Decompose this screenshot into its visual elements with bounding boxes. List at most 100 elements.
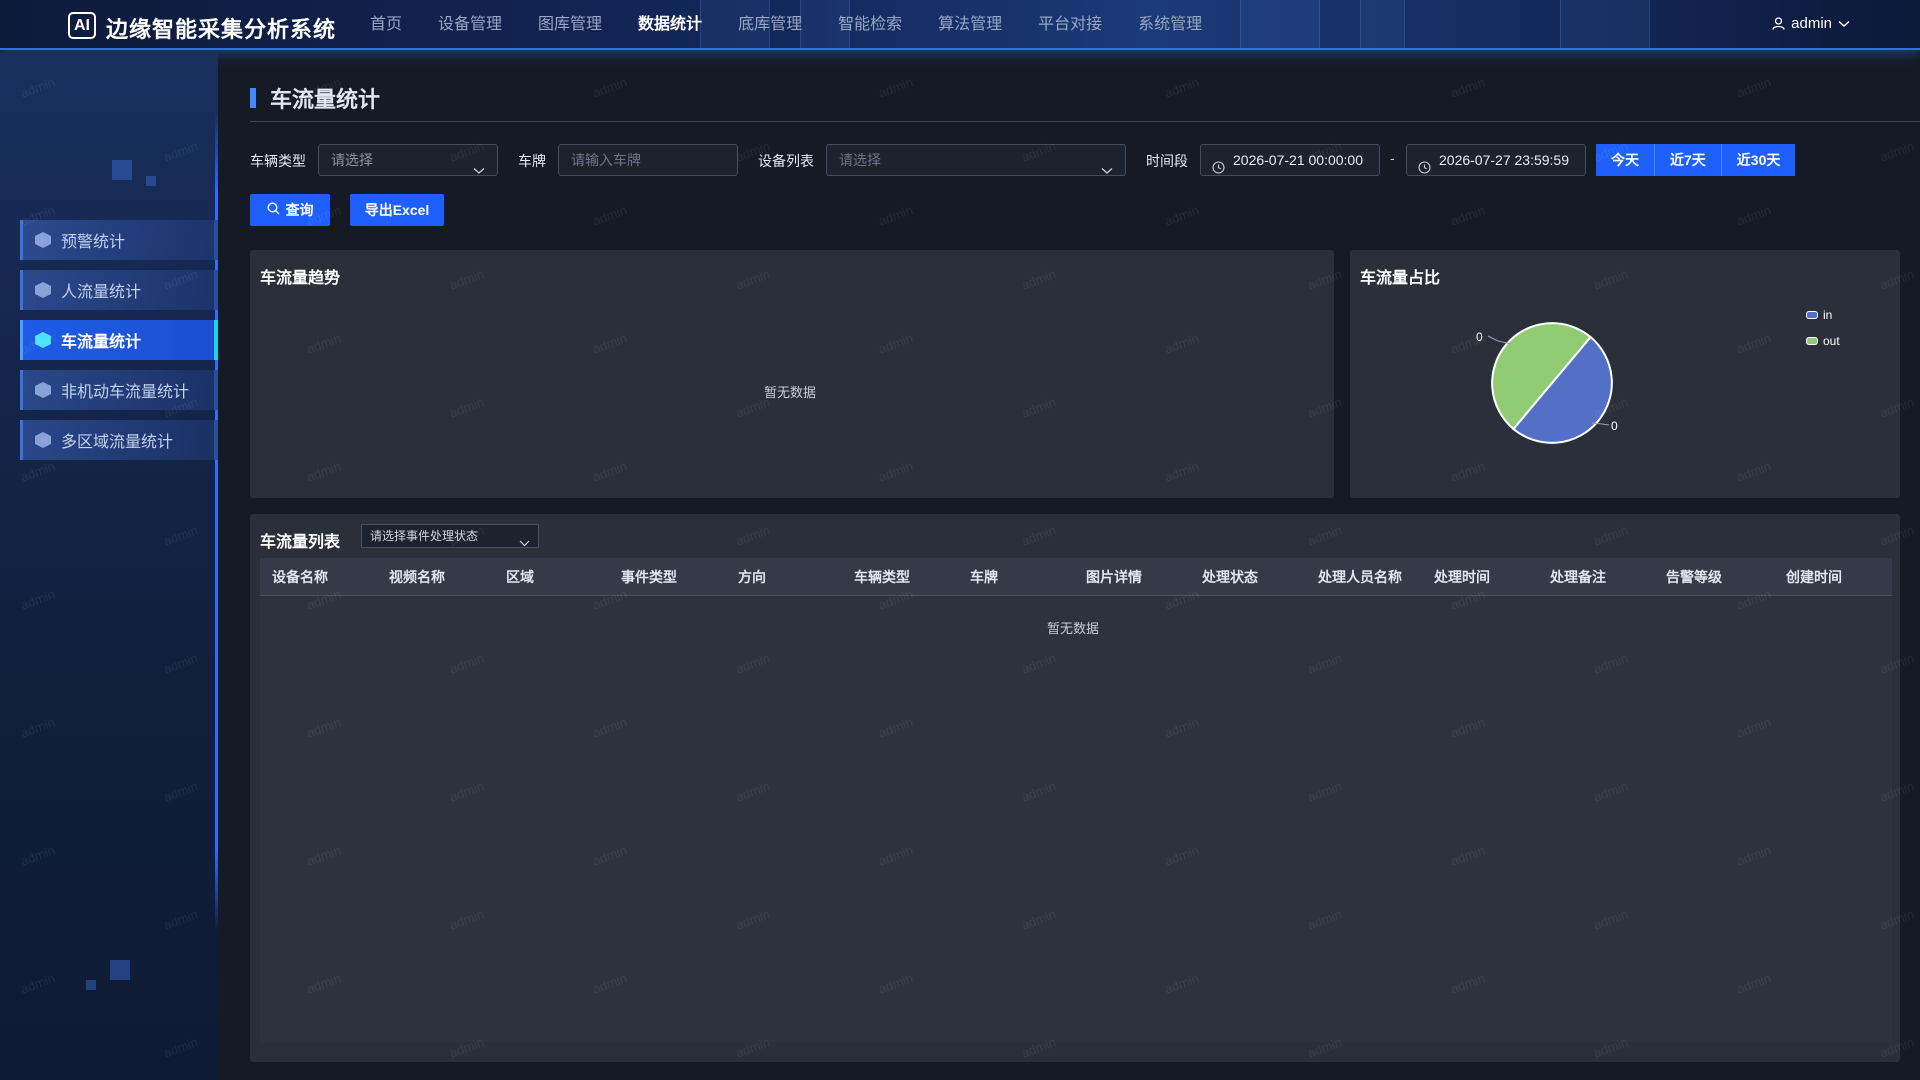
label-line-out bbox=[1487, 335, 1512, 345]
column-video-name[interactable]: 视频名称 bbox=[389, 558, 445, 596]
watermark-text: admin bbox=[1734, 74, 1773, 101]
sidebar-item-indicator bbox=[214, 370, 218, 410]
column-direction[interactable]: 方向 bbox=[738, 558, 766, 596]
start-time-value: 2026-07-21 00:00:00 bbox=[1233, 152, 1363, 168]
vehicle-type-value: 请选择 bbox=[331, 152, 373, 168]
column-device-name[interactable]: 设备名称 bbox=[272, 558, 328, 596]
plate-input[interactable]: 请输入车牌 bbox=[558, 144, 738, 176]
legend-item-in[interactable]: in bbox=[1806, 306, 1840, 324]
main-nav: 首页 设备管理 图库管理 数据统计 底库管理 智能检索 算法管理 平台对接 系统… bbox=[352, 0, 1220, 48]
column-process-time[interactable]: 处理时间 bbox=[1434, 558, 1490, 596]
column-alert-level[interactable]: 告警等级 bbox=[1666, 558, 1722, 596]
pie-label-out: 0 bbox=[1476, 330, 1483, 344]
device-list-label: 设备列表 bbox=[758, 153, 814, 169]
device-list-value: 请选择 bbox=[839, 152, 881, 168]
sidebar-item-indicator bbox=[214, 270, 218, 310]
column-process-status[interactable]: 处理状态 bbox=[1202, 558, 1258, 596]
chevron-down-icon bbox=[473, 155, 485, 185]
user-name: admin bbox=[1791, 15, 1832, 32]
nav-item-home[interactable]: 首页 bbox=[352, 0, 420, 48]
sidebar-item-multi-area-flow[interactable]: 多区域流量统计 bbox=[20, 420, 218, 460]
column-plate[interactable]: 车牌 bbox=[970, 558, 998, 596]
last-30-days-button[interactable]: 近30天 bbox=[1721, 144, 1796, 176]
chevron-down-icon bbox=[1838, 20, 1850, 28]
search-icon bbox=[266, 194, 280, 226]
watermark-text: admin bbox=[1448, 74, 1487, 101]
chevron-down-icon bbox=[1101, 155, 1113, 185]
end-time-picker[interactable]: 2026-07-27 23:59:59 bbox=[1406, 144, 1586, 176]
start-time-picker[interactable]: 2026-07-21 00:00:00 bbox=[1200, 144, 1380, 176]
sidebar-item-alert-statistics[interactable]: 预警统计 bbox=[20, 220, 218, 260]
sidebar-item-label: 非机动车流量统计 bbox=[61, 384, 190, 401]
plate-label: 车牌 bbox=[518, 153, 546, 169]
device-list-select[interactable]: 请选择 bbox=[826, 144, 1126, 176]
column-image-details[interactable]: 图片详情 bbox=[1086, 558, 1142, 596]
query-button[interactable]: 查询 bbox=[250, 194, 330, 226]
today-button[interactable]: 今天 bbox=[1596, 144, 1655, 176]
legend-swatch-out bbox=[1806, 337, 1818, 345]
user-menu[interactable]: admin bbox=[1772, 15, 1850, 32]
column-event-type[interactable]: 事件类型 bbox=[621, 558, 677, 596]
sidebar-item-label: 车流量统计 bbox=[61, 334, 142, 351]
clock-icon bbox=[1418, 154, 1431, 184]
clock-icon bbox=[1212, 154, 1225, 184]
nav-item-system-management[interactable]: 系统管理 bbox=[1120, 0, 1220, 48]
title-accent-bar bbox=[250, 88, 256, 108]
nav-item-algorithm-management[interactable]: 算法管理 bbox=[920, 0, 1020, 48]
watermark-text: admin bbox=[1877, 138, 1916, 165]
cube-icon bbox=[35, 382, 51, 398]
sidebar-decoration bbox=[86, 980, 96, 990]
export-excel-button[interactable]: 导出Excel bbox=[350, 194, 444, 226]
nav-item-base-library[interactable]: 底库管理 bbox=[720, 0, 820, 48]
watermark-text: admin bbox=[876, 74, 915, 101]
sidebar-item-indicator bbox=[214, 420, 218, 460]
nav-item-platform-integration[interactable]: 平台对接 bbox=[1020, 0, 1120, 48]
last-7-days-button[interactable]: 近7天 bbox=[1655, 144, 1722, 176]
end-time-value: 2026-07-27 23:59:59 bbox=[1439, 152, 1569, 168]
logo-icon: AI bbox=[68, 12, 96, 39]
time-period-label: 时间段 bbox=[1146, 153, 1188, 169]
vehicle-ratio-pie-chart: 0 0 bbox=[1476, 322, 1618, 444]
watermark-text: admin bbox=[590, 74, 629, 101]
legend-item-out[interactable]: out bbox=[1806, 332, 1840, 350]
vehicle-type-select[interactable]: 请选择 bbox=[318, 144, 498, 176]
sidebar-item-vehicle-flow[interactable]: 车流量统计 bbox=[20, 320, 218, 360]
page-header: 车流量统计 bbox=[250, 82, 380, 114]
divider bbox=[250, 121, 1920, 122]
cube-icon bbox=[35, 282, 51, 298]
event-status-value: 请选择事件处理状态 bbox=[370, 529, 479, 543]
sidebar-item-label: 人流量统计 bbox=[61, 284, 142, 301]
column-vehicle-type[interactable]: 车辆类型 bbox=[854, 558, 910, 596]
cube-icon bbox=[35, 432, 51, 448]
table-empty-text: 暂无数据 bbox=[1047, 621, 1100, 636]
cube-icon bbox=[35, 232, 51, 248]
nav-item-gallery-management[interactable]: 图库管理 bbox=[520, 0, 620, 48]
sidebar-item-non-motor-flow[interactable]: 非机动车流量统计 bbox=[20, 370, 218, 410]
sidebar-item-people-flow[interactable]: 人流量统计 bbox=[20, 270, 218, 310]
top-header: AI 边缘智能采集分析系统 首页 设备管理 图库管理 数据统计 底库管理 智能检… bbox=[0, 0, 1920, 50]
pie-legend: in out bbox=[1806, 306, 1840, 358]
nav-item-device-management[interactable]: 设备管理 bbox=[420, 0, 520, 48]
column-handler-name[interactable]: 处理人员名称 bbox=[1318, 558, 1402, 596]
header-building-decoration bbox=[1360, 0, 1405, 48]
event-status-select[interactable]: 请选择事件处理状态 bbox=[361, 524, 539, 548]
date-range-shortcuts: 今天 近7天 近30天 bbox=[1596, 144, 1796, 176]
sidebar-item-indicator bbox=[214, 320, 218, 360]
trend-panel: 车流量趋势 暂无数据 bbox=[250, 250, 1334, 498]
watermark-text: admin bbox=[590, 202, 629, 229]
column-created-time[interactable]: 创建时间 bbox=[1786, 558, 1842, 596]
legend-swatch-in bbox=[1806, 311, 1818, 319]
sidebar-menu: 预警统计 人流量统计 车流量统计 非机动车流量统计 多区域流量统计 bbox=[20, 220, 218, 470]
watermark-text: admin bbox=[1162, 74, 1201, 101]
chevron-down-icon bbox=[519, 532, 530, 554]
header-building-decoration bbox=[1240, 0, 1320, 48]
list-panel-title: 车流量列表 bbox=[260, 534, 341, 551]
column-process-notes[interactable]: 处理备注 bbox=[1550, 558, 1606, 596]
sidebar-decoration bbox=[110, 960, 130, 980]
date-separator: - bbox=[1390, 150, 1395, 166]
column-area[interactable]: 区域 bbox=[506, 558, 534, 596]
nav-item-statistics[interactable]: 数据统计 bbox=[620, 0, 720, 48]
watermark-text: admin bbox=[876, 202, 915, 229]
watermark-text: admin bbox=[1448, 202, 1487, 229]
nav-item-smart-search[interactable]: 智能检索 bbox=[820, 0, 920, 48]
